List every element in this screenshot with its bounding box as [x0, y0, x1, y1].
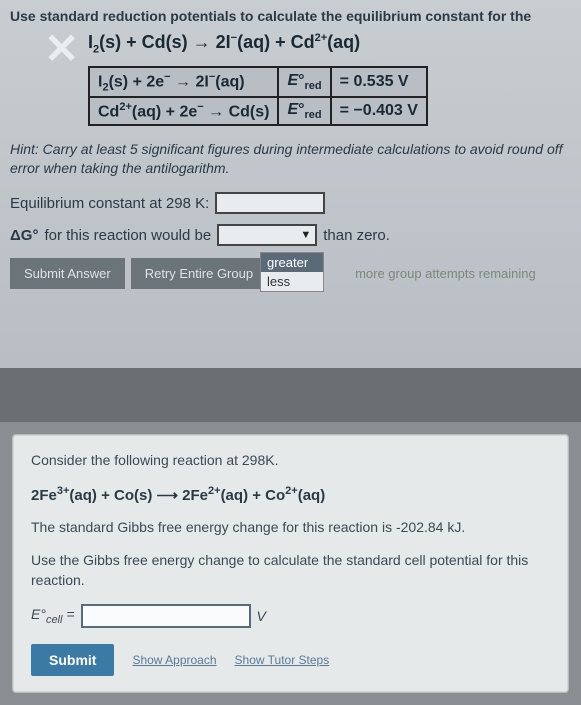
dropdown-option-less[interactable]: less	[261, 272, 323, 291]
submit-answer-button[interactable]: Submit Answer	[10, 258, 125, 289]
q2-p1: Consider the following reaction at 298K.	[31, 451, 550, 471]
table-row: Cd2+(aq) + 2e− → Cd(s) E°red = −0.403 V	[89, 97, 427, 125]
val-cell: = −0.403 V	[331, 97, 427, 125]
reduction-table: I2(s) + 2e− → 2I−(aq) E°red = 0.535 V Cd…	[88, 66, 428, 127]
label-cell: E°red	[278, 67, 330, 98]
k-label: Equilibrium constant at 298 K:	[10, 195, 209, 212]
dg-text: for this reaction would be	[44, 227, 211, 244]
q1-title: Use standard reduction potentials to cal…	[10, 8, 571, 24]
k-row: Equilibrium constant at 298 K:	[10, 192, 571, 214]
attempts-text: more group attempts remaining	[355, 266, 536, 281]
rxn-cell: I2(s) + 2e− → 2I−(aq)	[89, 67, 278, 98]
dg-prefix: ΔG°	[10, 227, 38, 244]
dg-row: ΔG° for this reaction would be ▼ than ze…	[10, 224, 571, 246]
chevron-down-icon: ▼	[300, 229, 311, 241]
q2-p2: The standard Gibbs free energy change fo…	[31, 518, 550, 538]
ecell-row: E°cell = V	[31, 604, 550, 628]
table-row: I2(s) + 2e− → 2I−(aq) E°red = 0.535 V	[89, 67, 427, 98]
ecell-unit: V	[257, 608, 266, 624]
dg-dropdown-open: greater less	[260, 252, 324, 292]
question-2-panel: Consider the following reaction at 298K.…	[12, 434, 569, 693]
panel-gap	[0, 368, 581, 422]
rxn-cell: Cd2+(aq) + 2e− → Cd(s)	[89, 97, 278, 125]
submit-row: Submit Show Approach Show Tutor Steps	[31, 644, 550, 676]
button-bar: Submit Answer Retry Entire Group greater…	[10, 258, 571, 289]
show-tutor-link[interactable]: Show Tutor Steps	[235, 653, 330, 667]
q2-equation: 2Fe3+(aq) + Co(s) ⟶ 2Fe2+(aq) + Co2+(aq)	[31, 485, 550, 504]
question-2-wrap: Consider the following reaction at 298K.…	[0, 422, 581, 705]
hint-text: Hint: Carry at least 5 significant figur…	[10, 140, 571, 178]
q2-p3: Use the Gibbs free energy change to calc…	[31, 551, 550, 590]
val-cell: = 0.535 V	[331, 67, 427, 98]
dg-suffix: than zero.	[323, 227, 390, 244]
show-approach-link[interactable]: Show Approach	[132, 653, 216, 667]
q1-equation: I2(s) + Cd(s) → 2I−(aq) + Cd2+(aq)	[88, 32, 571, 56]
eq1-text: I2(s) + Cd(s) → 2I−(aq) + Cd2+(aq)	[88, 32, 360, 52]
question-1-panel: Use standard reduction potentials to cal…	[0, 0, 581, 368]
k-input[interactable]	[215, 192, 325, 214]
retry-group-button[interactable]: Retry Entire Group	[131, 258, 267, 289]
incorrect-x-icon: ✕	[44, 24, 79, 73]
dg-select[interactable]: ▼	[217, 224, 317, 246]
dropdown-option-greater[interactable]: greater	[261, 253, 323, 272]
ecell-input[interactable]	[81, 604, 251, 628]
label-cell: E°red	[278, 97, 330, 125]
submit-button[interactable]: Submit	[31, 644, 114, 676]
ecell-label: E°cell =	[31, 606, 75, 626]
